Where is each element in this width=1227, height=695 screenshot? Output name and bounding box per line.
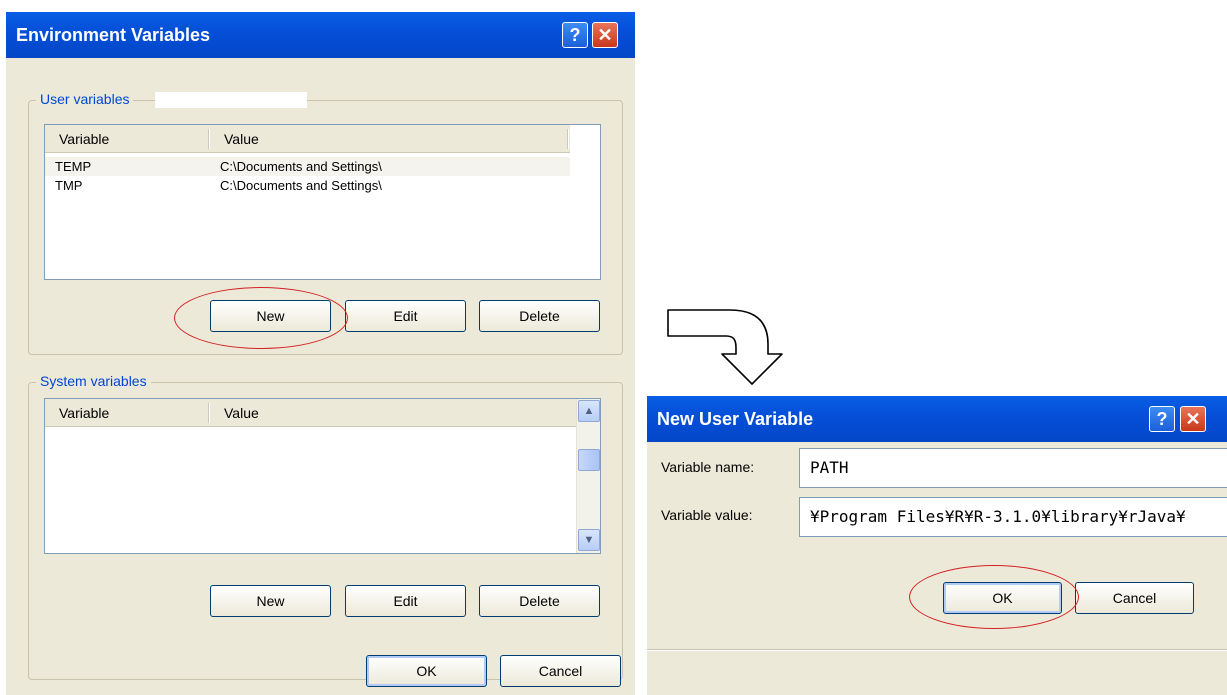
variable-value-input[interactable]: ¥Program Files¥R¥R-3.1.0¥library¥rJava¥ (799, 497, 1227, 537)
dialog-title: New User Variable (657, 408, 814, 429)
column-variable[interactable]: Variable (45, 399, 109, 427)
variable-name-label: Variable name: (661, 459, 755, 475)
user-variables-list[interactable]: Variable Value TEMP C:\Documents and Set… (44, 124, 601, 280)
system-delete-button[interactable]: Delete (479, 585, 600, 617)
row-value: C:\Documents and Settings\ (220, 159, 382, 174)
bottom-divider (647, 649, 1227, 651)
up-arrow-icon[interactable]: ▲ (578, 400, 600, 422)
ok-button[interactable]: OK (943, 582, 1062, 614)
column-variable[interactable]: Variable (45, 125, 109, 153)
variable-name-input[interactable]: PATH (799, 448, 1227, 488)
scrollbar-thumb[interactable] (578, 449, 600, 471)
system-variables-list[interactable]: Variable Value ▲ ▼ (44, 398, 601, 554)
system-new-button[interactable]: New (210, 585, 331, 617)
column-separator (567, 129, 569, 149)
vertical-scrollbar[interactable]: ▲ ▼ (576, 399, 600, 553)
table-row[interactable]: TEMP C:\Documents and Settings\ (45, 157, 570, 176)
environment-variables-dialog: Environment Variables ? ✕ User variables… (6, 12, 635, 695)
variable-value-label: Variable value: (661, 507, 753, 523)
dialog-title: Environment Variables (16, 24, 211, 45)
new-user-variable-dialog: New User Variable ? ✕ Variable name: PAT… (647, 396, 1227, 695)
ok-button[interactable]: OK (366, 655, 487, 687)
title-bar: Environment Variables (6, 12, 635, 58)
table-row[interactable]: TMP C:\Documents and Settings\ (45, 176, 570, 195)
column-value[interactable]: Value (210, 399, 259, 427)
user-new-button[interactable]: New (210, 300, 331, 332)
down-arrow-icon[interactable]: ▼ (578, 529, 600, 551)
user-variables-label: User variables (36, 91, 134, 107)
row-value: C:\Documents and Settings\ (220, 178, 382, 193)
user-delete-button[interactable]: Delete (479, 300, 600, 332)
system-edit-button[interactable]: Edit (345, 585, 466, 617)
cancel-button[interactable]: Cancel (500, 655, 621, 687)
cancel-button[interactable]: Cancel (1075, 582, 1194, 614)
row-variable: TMP (55, 178, 83, 193)
column-value[interactable]: Value (210, 125, 259, 153)
row-variable: TEMP (55, 159, 92, 174)
list-header: Variable Value (45, 125, 570, 153)
curved-arrow-icon (667, 309, 783, 385)
list-header: Variable Value (45, 399, 578, 427)
close-icon[interactable]: ✕ (592, 22, 618, 48)
system-variables-label: System variables (36, 373, 151, 389)
close-icon[interactable]: ✕ (1180, 406, 1206, 432)
title-bar: New User Variable (647, 396, 1227, 442)
help-icon[interactable]: ? (562, 22, 588, 48)
help-icon[interactable]: ? (1149, 406, 1175, 432)
redacted-username-box (155, 92, 307, 108)
user-edit-button[interactable]: Edit (345, 300, 466, 332)
